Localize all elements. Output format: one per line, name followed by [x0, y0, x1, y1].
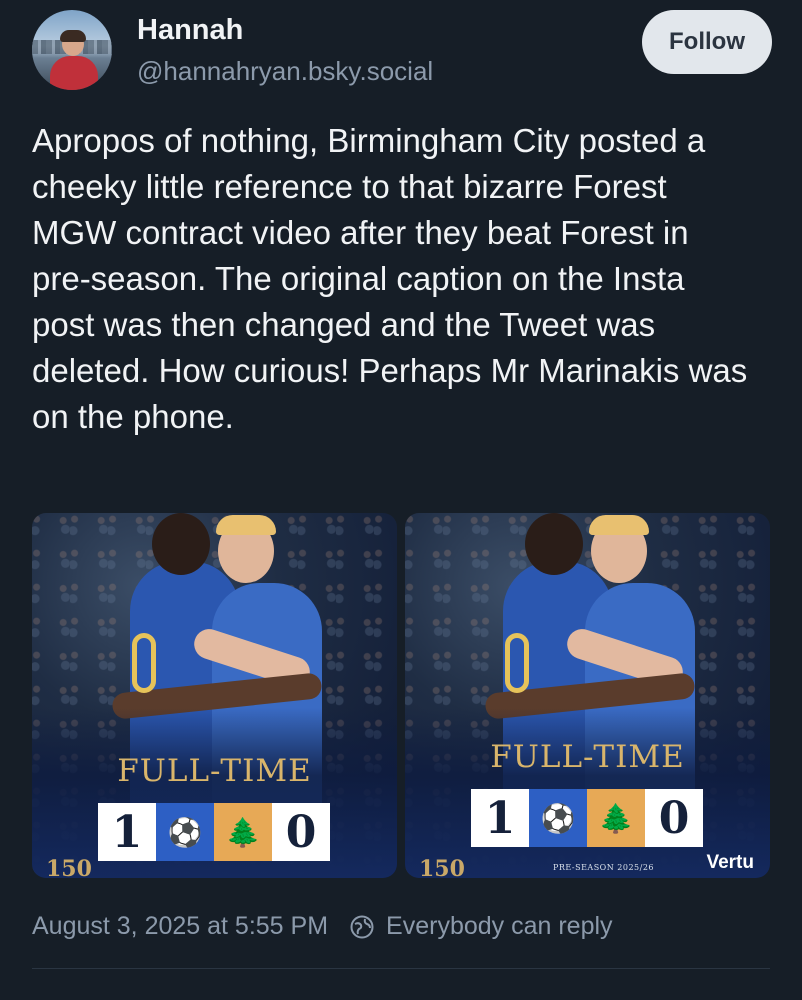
shirt-number-zero [132, 633, 156, 693]
avatar[interactable] [32, 10, 112, 90]
post-image-1[interactable]: FULL-TIME 1 ⚽ 🌲 0 150 [32, 513, 397, 878]
nottingham-forest-crest-icon: 🌲 [214, 803, 272, 861]
follow-button[interactable]: Follow [642, 10, 772, 74]
birmingham-city-crest-icon: ⚽ [156, 803, 214, 861]
sponsor-logo: Vertu [706, 852, 754, 873]
reply-setting: Everybody can reply [386, 912, 613, 940]
post-image-2[interactable]: FULL-TIME 1 ⚽ 🌲 0 150 PRE-SEASON 2025/26… [405, 513, 770, 878]
divider [32, 968, 770, 969]
away-score: 0 [645, 789, 703, 847]
post-header: Hannah @hannahryan.bsky.social Follow [32, 10, 772, 94]
home-score: 1 [98, 803, 156, 861]
away-score: 0 [272, 803, 330, 861]
avatar-person-body [50, 56, 98, 90]
post-timestamp[interactable]: August 3, 2025 at 5:55 PM [32, 912, 328, 941]
fulltime-label: FULL-TIME [117, 753, 312, 789]
anniversary-150-mark: 150 [46, 856, 92, 878]
avatar-person-hair [60, 30, 86, 42]
author-handle[interactable]: @hannahryan.bsky.social [137, 56, 433, 87]
post-footer: August 3, 2025 at 5:55 PM Everybody can … [32, 912, 613, 941]
fulltime-label: FULL-TIME [490, 739, 685, 775]
player-head [152, 513, 210, 575]
preseason-label: PRE-SEASON 2025/26 [553, 863, 655, 872]
anniversary-150-mark: 150 [419, 856, 465, 878]
player-hair-blond [589, 515, 649, 535]
scoreboard: 1 ⚽ 🌲 0 [98, 803, 331, 861]
scoreboard: 1 ⚽ 🌲 0 [471, 789, 704, 847]
post: Hannah @hannahryan.bsky.social Follow Ap… [0, 0, 802, 1000]
home-score: 1 [471, 789, 529, 847]
shirt-number-zero [505, 633, 529, 693]
image-grid: FULL-TIME 1 ⚽ 🌲 0 150 FULL-TIME 1 ⚽ 🌲 0 … [32, 513, 770, 878]
globe-reply-icon [348, 913, 376, 941]
birmingham-city-crest-icon: ⚽ [529, 789, 587, 847]
player-head [525, 513, 583, 575]
post-text: Apropos of nothing, Birmingham City post… [32, 122, 748, 435]
nottingham-forest-crest-icon: 🌲 [587, 789, 645, 847]
player-hair-blond [216, 515, 276, 535]
author-name[interactable]: Hannah [137, 14, 243, 47]
